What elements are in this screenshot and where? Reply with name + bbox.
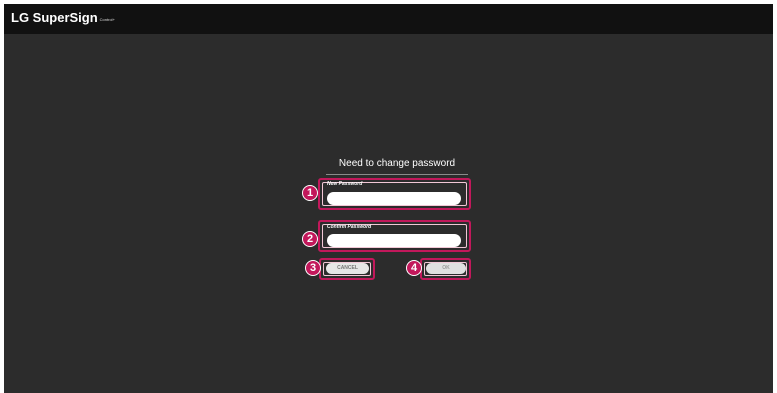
brand-logo: LG SuperSign Control+ (11, 10, 115, 25)
confirm-password-input[interactable] (327, 234, 461, 247)
callout-badge-3: 3 (305, 260, 321, 276)
callout-badge-4: 4 (406, 260, 422, 276)
brand-name: LG SuperSign (11, 10, 98, 25)
new-password-label: New Password (327, 181, 363, 187)
cancel-button[interactable]: CANCEL (326, 263, 369, 274)
app-window: LG SuperSign Control+ Need to change pass… (4, 4, 773, 393)
callout-badge-1: 1 (302, 185, 318, 201)
title-divider (326, 174, 468, 175)
new-password-input[interactable] (327, 192, 461, 205)
top-bar: LG SuperSign Control+ (4, 4, 773, 34)
dialog-title: Need to change password (338, 158, 456, 169)
confirm-password-label: Confirm Password (327, 224, 372, 230)
brand-suffix: Control+ (99, 17, 115, 22)
callout-badge-2: 2 (302, 231, 318, 247)
ok-button[interactable]: OK (426, 263, 466, 274)
